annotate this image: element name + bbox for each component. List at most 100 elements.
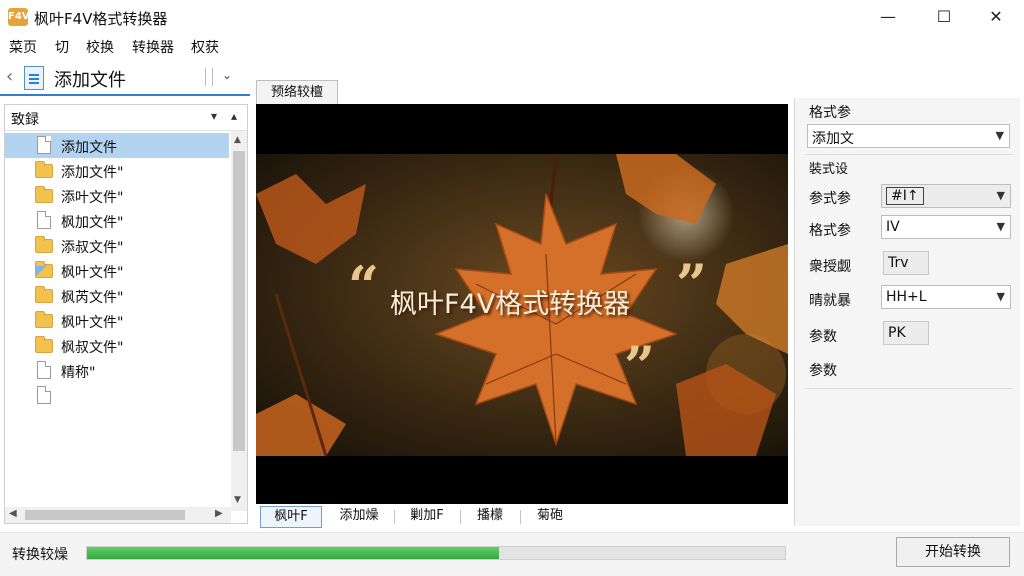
scroll-right-icon[interactable]: ▶ (215, 508, 223, 519)
menu-item-4[interactable]: 转换器 (132, 37, 174, 57)
chevron-up-icon[interactable]: ▴ (231, 109, 237, 123)
folder-icon (35, 161, 53, 178)
chevron-left-icon[interactable]: ‹ (6, 66, 13, 87)
folder-icon (35, 286, 53, 303)
close-quote: ” (676, 252, 708, 316)
image-folder-icon (35, 261, 53, 278)
tree-item[interactable]: 添加文件" (5, 158, 229, 183)
scroll-down-icon[interactable]: ▼ (234, 495, 241, 505)
document-icon (37, 361, 51, 379)
document-icon (37, 211, 51, 229)
video-preview: “ ” ” 枫叶F4V格式转换器 (256, 104, 788, 504)
progress-bar (86, 546, 786, 560)
bottom-tab[interactable]: 菊砲 (522, 506, 578, 528)
tree-item-label: 枫芮文件" (61, 290, 124, 306)
navigation-bar: ‹ 添加文件 ⌄ (0, 60, 250, 96)
chevron-down-icon: ▼ (996, 220, 1005, 233)
app-logo-icon: F4V (8, 8, 30, 26)
bottom-tab[interactable]: 播檬 (462, 506, 518, 528)
tree-item[interactable] (5, 383, 229, 408)
setting-value: IV (886, 219, 900, 235)
status-bar: 转换较燥 开始转换 (0, 532, 1024, 576)
close-quote: ” (624, 334, 656, 398)
setting-label: 格式参 (809, 223, 851, 239)
nav-separator (205, 68, 206, 86)
tree-item[interactable]: 枫叶文件" (5, 258, 229, 283)
tree-item-label: 精称" (61, 365, 96, 381)
preview-overlay-title: 枫叶F4V格式转换器 (390, 289, 631, 320)
scrollbar-thumb[interactable] (25, 510, 185, 520)
tree-item[interactable]: 枫叶文件" (5, 308, 229, 333)
setting-value: #I↑ (886, 187, 924, 205)
vertical-scrollbar[interactable]: ▲ ▼ (231, 131, 247, 511)
setting-field[interactable]: Trv (883, 251, 929, 275)
file-tree-title: 致録 (11, 112, 39, 128)
tree-item[interactable]: 添叶文件" (5, 183, 229, 208)
bottom-tab[interactable]: 枫叶F (260, 506, 322, 528)
setting-select[interactable]: #I↑ ▼ (881, 184, 1011, 208)
tree-item[interactable]: 添加文件 (5, 133, 229, 158)
nav-title: 添加文件 (54, 70, 126, 91)
scroll-left-icon[interactable]: ◀ (9, 508, 17, 519)
folder-icon (35, 236, 53, 253)
setting-select[interactable]: IV ▼ (881, 215, 1011, 239)
format-select[interactable]: 添加文 ▼ (807, 124, 1010, 148)
scroll-up-icon[interactable]: ▲ (234, 135, 241, 145)
menu-item-2[interactable]: 切 (55, 37, 69, 57)
tab-separator (520, 510, 521, 524)
minimize-button[interactable]: — (862, 0, 914, 34)
divider (805, 154, 1013, 155)
setting-label: 晴就暴 (809, 293, 851, 309)
setting-label: 衆授觑 (809, 259, 851, 275)
chevron-down-icon: ▼ (995, 129, 1004, 142)
document-icon (37, 136, 51, 154)
chevron-down-icon[interactable]: ⌄ (222, 68, 232, 82)
window-title: 枫叶F4V格式转换器 (34, 10, 168, 28)
tree-item-label: 枫叶文件" (61, 315, 124, 331)
scrollbar-thumb[interactable] (233, 151, 245, 451)
menu-item-1[interactable]: 菜页 (9, 37, 37, 57)
tree-item-label: 枫加文件" (61, 215, 124, 231)
bottom-tab[interactable]: 剿加F (396, 506, 458, 528)
progress-fill (87, 547, 499, 559)
setting-field[interactable]: PK (883, 321, 929, 345)
section-label: 裝式设 (809, 162, 849, 177)
folder-icon (35, 311, 53, 328)
setting-label: 参数 (809, 329, 837, 345)
horizontal-scrollbar[interactable]: ◀ ▶ (5, 507, 231, 523)
menu-bar: 菜页 切 校换 转换器 权获 (0, 34, 1024, 58)
tree-item[interactable]: 精称" (5, 358, 229, 383)
tree-item-label: 添加文件 (61, 140, 117, 156)
divider (805, 388, 1013, 389)
setting-label: 参式参 (809, 191, 851, 207)
tree-item[interactable]: 枫叔文件" (5, 333, 229, 358)
maximize-button[interactable]: ☐ (918, 0, 970, 34)
folder-icon (35, 336, 53, 353)
tree-item[interactable]: 枫芮文件" (5, 283, 229, 308)
close-button[interactable]: ✕ (970, 0, 1022, 34)
settings-panel: 格式参 添加文 ▼ 裝式设 参式参 #I↑ ▼ 格式参 IV ▼ 衆授觑 Trv… (794, 98, 1020, 526)
tree-item[interactable]: 枫加文件" (5, 208, 229, 233)
bottom-tab-bar: 枫叶F 添加燥 剿加F 播檬 菊砲 (256, 506, 788, 528)
setting-value: HH+L (886, 289, 927, 305)
folder-icon (35, 186, 53, 203)
collapse-icon[interactable]: ▾ (211, 109, 217, 123)
menu-item-5[interactable]: 权获 (191, 37, 219, 57)
tab-preview[interactable]: 预络较檀 (256, 80, 338, 104)
tab-separator (394, 510, 395, 524)
tree-item-label: 枫叔文件" (61, 340, 124, 356)
start-convert-button[interactable]: 开始转换 (896, 537, 1010, 567)
tree-item-label: 添叶文件" (61, 190, 124, 206)
bottom-tab[interactable]: 添加燥 (328, 506, 390, 528)
setting-label: 参数 (809, 363, 837, 379)
progress-label: 转换较燥 (12, 547, 68, 563)
menu-item-3[interactable]: 校换 (86, 37, 114, 57)
setting-select[interactable]: HH+L ▼ (881, 285, 1011, 309)
file-tree-header: 致録 ▾ ▴ (5, 105, 247, 131)
title-bar: F4V 枫叶F4V格式转换器 — ☐ ✕ (0, 0, 1024, 34)
tree-item[interactable]: 添叔文件" (5, 233, 229, 258)
document-icon (37, 386, 51, 404)
document-icon (24, 66, 44, 90)
section-label: 格式参 (809, 105, 851, 121)
chevron-down-icon: ▼ (996, 189, 1005, 202)
